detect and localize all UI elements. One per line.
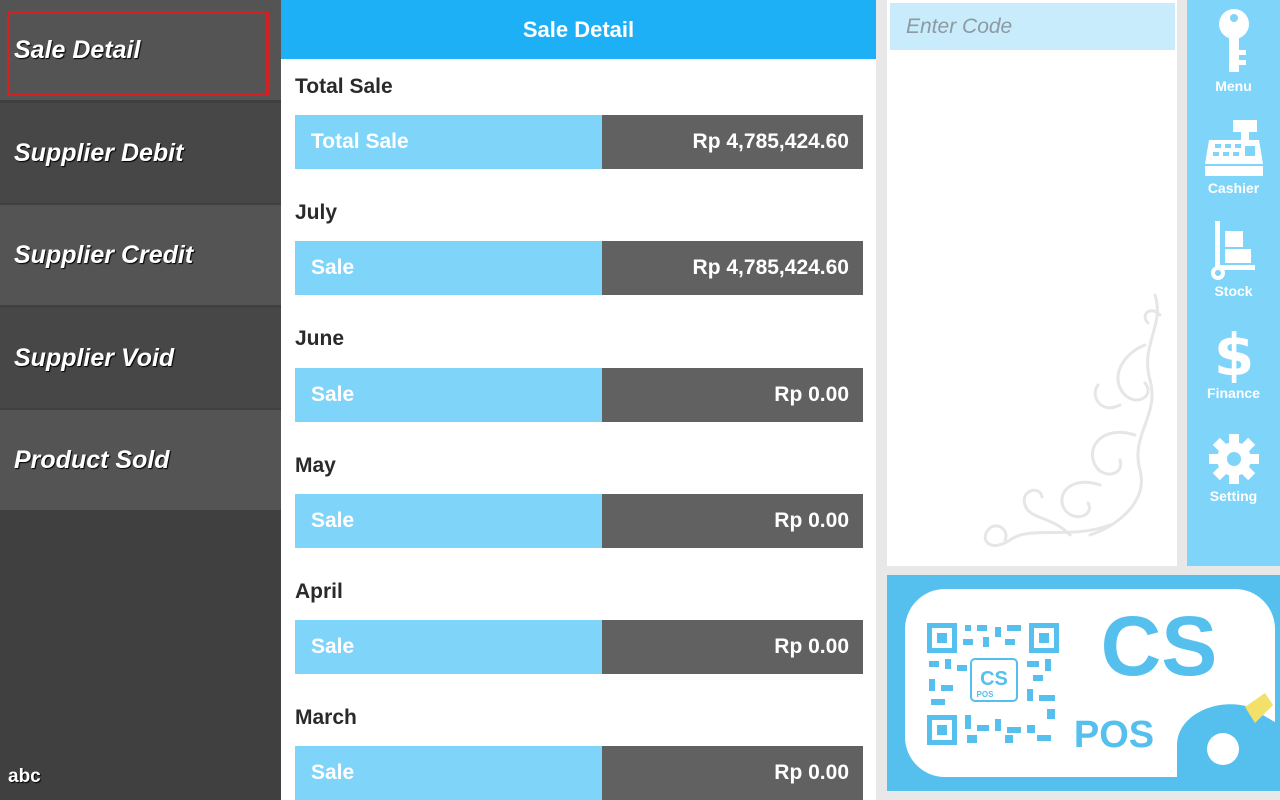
cash-register-icon (1204, 120, 1263, 176)
sale-row: Sale Rp 0.00 (295, 620, 863, 674)
sale-row-label: Sale (295, 746, 602, 800)
sale-row: Sale Rp 0.00 (295, 368, 863, 422)
qr-logo-text: CS (980, 668, 1008, 690)
sale-row-label: Sale (295, 494, 602, 548)
nav-menu-button[interactable]: Menu (1187, 0, 1280, 100)
sidebar-item-label: Supplier Void (14, 343, 175, 372)
nav-label: Setting (1209, 488, 1258, 504)
sidebar: Sale Detail Supplier Debit Supplier Cred… (0, 0, 281, 800)
nav-cashier-button[interactable]: Cashier (1187, 102, 1280, 202)
cs-pos-logo: CS POS CS POS (887, 575, 1280, 791)
section-title: March (295, 706, 357, 729)
sale-row: Total Sale Rp 4,785,424.60 (295, 115, 863, 169)
sale-row-value: Rp 4,785,424.60 (602, 241, 863, 295)
sale-row-label: Sale (295, 368, 602, 422)
sidebar-item-label: Supplier Credit (14, 240, 194, 269)
sale-row-label: Sale (295, 620, 602, 674)
logo-cs-text: CS (1101, 599, 1218, 693)
nav-finance-button[interactable]: $ Finance (1187, 307, 1280, 407)
sidebar-item-supplier-credit[interactable]: Supplier Credit (0, 205, 281, 305)
sale-row-label: Total Sale (295, 115, 602, 169)
sale-row-label: Sale (295, 241, 602, 295)
sidebar-item-label: Product Sold (14, 445, 170, 474)
section-title: May (295, 454, 336, 477)
svg-text:$: $ (1214, 321, 1254, 383)
section-title: June (295, 327, 345, 350)
nav-label: Stock (1214, 283, 1253, 299)
nav-stock-button[interactable]: Stock (1187, 205, 1280, 305)
section-title: July (295, 201, 338, 224)
nav-setting-button[interactable]: Setting (1187, 410, 1280, 510)
sidebar-item-supplier-debit[interactable]: Supplier Debit (0, 103, 281, 203)
sale-row-value: Rp 0.00 (602, 368, 863, 422)
sale-row: Sale Rp 0.00 (295, 494, 863, 548)
decorative-swirl (983, 293, 1162, 547)
dollar-icon: $ (1214, 321, 1254, 383)
sale-row-value: Rp 0.00 (602, 746, 863, 800)
key-icon (1218, 9, 1249, 72)
sidebar-item-supplier-void[interactable]: Supplier Void (0, 308, 281, 408)
user-name: abc (8, 766, 41, 787)
sale-row-value: Rp 0.00 (602, 494, 863, 548)
sale-detail-panel: Sale Detail Total Sale Total Sale Rp 4,7… (281, 0, 876, 800)
qr-code-icon: CS POS (927, 623, 1059, 745)
nav-label: Finance (1207, 385, 1260, 401)
logo-graphic: CS POS CS POS (905, 589, 1280, 791)
sale-row: Sale Rp 0.00 (295, 746, 863, 800)
selection-highlight (7, 11, 269, 96)
sidebar-item-product-sold[interactable]: Product Sold (0, 410, 281, 510)
logo-pos-text: POS (1074, 714, 1154, 756)
section-title: April (295, 580, 343, 603)
sale-row-value: Rp 4,785,424.60 (602, 115, 863, 169)
code-input[interactable] (890, 3, 1175, 50)
sale-row: Sale Rp 4,785,424.60 (295, 241, 863, 295)
nav-label: Cashier (1207, 180, 1260, 196)
icon-nav: Menu Cashier Stock $ Finance Setting (1187, 0, 1280, 566)
sale-row-value: Rp 0.00 (602, 620, 863, 674)
gear-icon (1208, 434, 1259, 484)
nav-label: Menu (1215, 78, 1252, 94)
page-title: Sale Detail (281, 0, 876, 59)
sidebar-item-label: Supplier Debit (14, 138, 184, 167)
section-title: Total Sale (295, 75, 393, 98)
qr-logo-subtext: POS (977, 690, 995, 699)
hand-truck-icon (1210, 221, 1255, 280)
